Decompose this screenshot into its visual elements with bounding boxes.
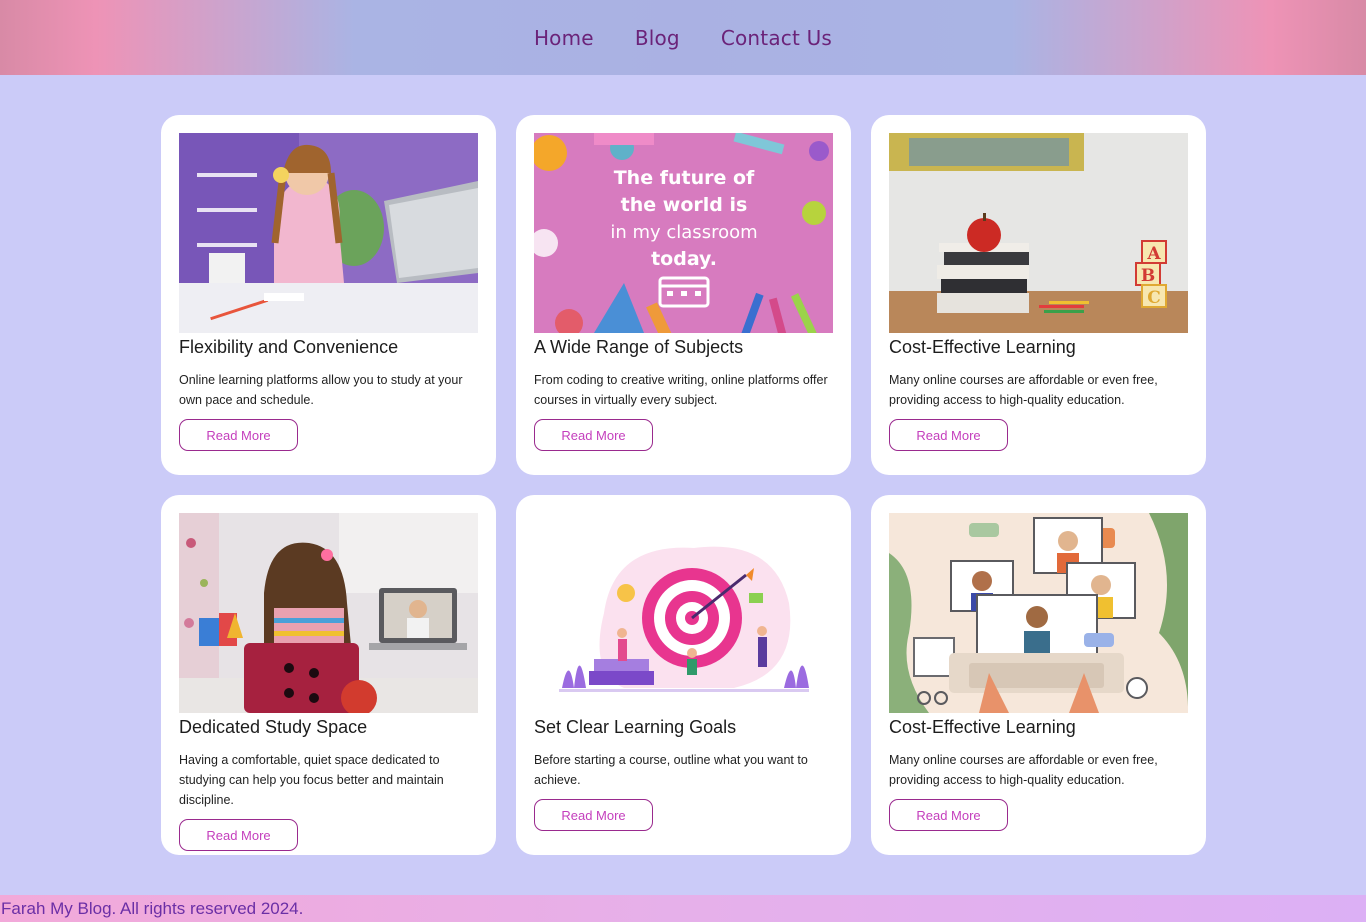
nav-home-link[interactable]: Home (534, 26, 594, 50)
page-footer: Farah My Blog. All rights reserved 2024. (0, 895, 1366, 922)
card-title: Dedicated Study Space (179, 717, 368, 737)
top-nav: Home Blog Contact Us (0, 0, 1366, 75)
read-more-button[interactable]: Read More (179, 419, 298, 451)
image-quote-line-2: the world is (621, 194, 748, 216)
block-letter-a: A (1146, 244, 1161, 264)
nav-blog-link[interactable]: Blog (635, 26, 680, 50)
card-title: Cost-Effective Learning (889, 717, 1076, 737)
read-more-button[interactable]: Read More (889, 419, 1008, 451)
image-quote-line-4: today. (651, 248, 717, 270)
blog-card-cost-effective-2: Cost-Effective Learning Many online cour… (871, 495, 1206, 855)
card-image-target-goals (534, 513, 833, 713)
read-more-button[interactable]: Read More (534, 799, 653, 831)
card-title: Flexibility and Convenience (179, 337, 399, 357)
block-letter-c: C (1147, 288, 1161, 308)
card-image-video-conference (889, 513, 1188, 713)
image-quote-line-1: The future of (614, 167, 755, 189)
card-description: Before starting a course, outline what y… (534, 753, 808, 787)
card-description: Many online courses are affordable or ev… (889, 753, 1158, 787)
card-image-girl-video-call (179, 513, 478, 713)
read-more-button[interactable]: Read More (179, 819, 298, 851)
image-quote-line-3: in my classroom (610, 222, 757, 243)
block-letter-b: B (1141, 266, 1155, 286)
blog-card-flexibility: Flexibility and Convenience Online learn… (161, 115, 496, 475)
blog-card-cost-effective: A B C Cost-Effective Learning Many onlin… (871, 115, 1206, 475)
card-image-classroom-quote: The future of the world is in my classro… (534, 133, 833, 333)
card-description: From coding to creative writing, online … (534, 373, 828, 407)
nav-contact-us-link[interactable]: Contact Us (721, 26, 832, 50)
card-description: Online learning platforms allow you to s… (179, 373, 463, 407)
blog-card-study-space: Dedicated Study Space Having a comfortab… (161, 495, 496, 855)
card-image-apple-books: A B C (889, 133, 1188, 333)
card-title: Cost-Effective Learning (889, 337, 1076, 357)
blog-card-learning-goals: Set Clear Learning Goals Before starting… (516, 495, 851, 855)
blog-card-subjects: The future of the world is in my classro… (516, 115, 851, 475)
card-description: Having a comfortable, quiet space dedica… (179, 753, 444, 807)
read-more-button[interactable]: Read More (534, 419, 653, 451)
card-description: Many online courses are affordable or ev… (889, 373, 1158, 407)
card-title: Set Clear Learning Goals (534, 717, 737, 737)
card-title: A Wide Range of Subjects (534, 337, 744, 357)
card-image-girl-at-laptop (179, 133, 478, 333)
read-more-button[interactable]: Read More (889, 799, 1008, 831)
